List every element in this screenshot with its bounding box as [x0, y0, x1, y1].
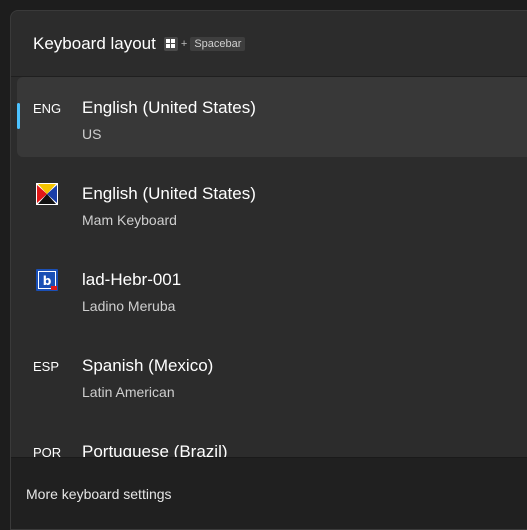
mam-keyboard-icon	[36, 183, 58, 205]
flyout-title: Keyboard layout	[33, 33, 156, 53]
shortcut-plus: +	[180, 37, 188, 50]
layout-item-mam-keyboard[interactable]: English (United States) Mam Keyboard	[17, 163, 527, 243]
layout-item-eng-us[interactable]: ENG English (United States) US	[17, 77, 527, 157]
layout-item-ladino-meruba[interactable]: b lad-Hebr-001 Ladino Meruba	[17, 249, 527, 329]
flyout-header: Keyboard layout + Spacebar	[11, 11, 527, 77]
layout-list: ENG English (United States) US English (…	[11, 77, 527, 457]
layout-item-esp-latin-american[interactable]: ESP Spanish (Mexico) Latin American	[17, 335, 527, 415]
layout-item-por-brazil[interactable]: POR Portuguese (Brazil)	[17, 421, 527, 457]
flyout-footer: More keyboard settings	[11, 457, 527, 529]
layout-name: English (United States)	[82, 98, 256, 117]
svg-text:b: b	[43, 274, 52, 288]
layout-subtitle: US	[82, 126, 102, 142]
layout-name: Spanish (Mexico)	[82, 356, 214, 375]
ladino-keyboard-icon: b	[36, 269, 58, 291]
more-keyboard-settings-link[interactable]: More keyboard settings	[26, 486, 172, 502]
layout-subtitle: Mam Keyboard	[82, 212, 177, 228]
selection-indicator	[17, 103, 20, 129]
layout-subtitle: Latin American	[82, 384, 175, 400]
layout-abbr: ENG	[33, 101, 62, 116]
layout-name: English (United States)	[82, 184, 256, 203]
layout-abbr: ESP	[33, 359, 60, 374]
layout-name: Portuguese (Brazil)	[82, 442, 228, 457]
spacebar-key: Spacebar	[190, 36, 246, 51]
layout-subtitle: Ladino Meruba	[82, 298, 176, 314]
shortcut-hint: + Spacebar	[163, 36, 246, 51]
layout-name: lad-Hebr-001	[82, 270, 182, 289]
keyboard-layout-flyout: Keyboard layout + Spacebar ENG English (…	[10, 10, 527, 530]
layout-abbr: POR	[33, 445, 62, 457]
windows-key-icon	[163, 36, 178, 51]
